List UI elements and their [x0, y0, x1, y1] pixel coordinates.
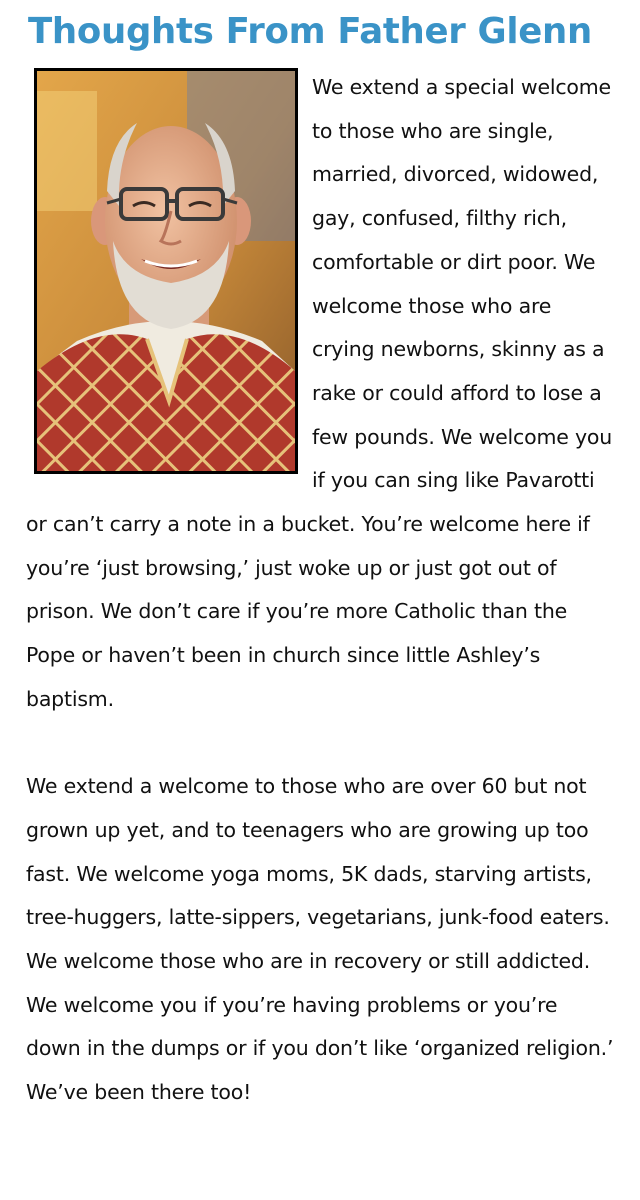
page-title: Thoughts From Father Glenn: [28, 11, 592, 52]
page: Thoughts From Father Glenn We extend a s…: [0, 0, 640, 1200]
article-body: We extend a special welcome to those who…: [26, 66, 614, 1115]
article-paragraph: We extend a welcome to those who are ove…: [26, 774, 614, 1105]
priest-portrait-photo: [34, 68, 298, 474]
portrait-illustration: [37, 71, 295, 471]
